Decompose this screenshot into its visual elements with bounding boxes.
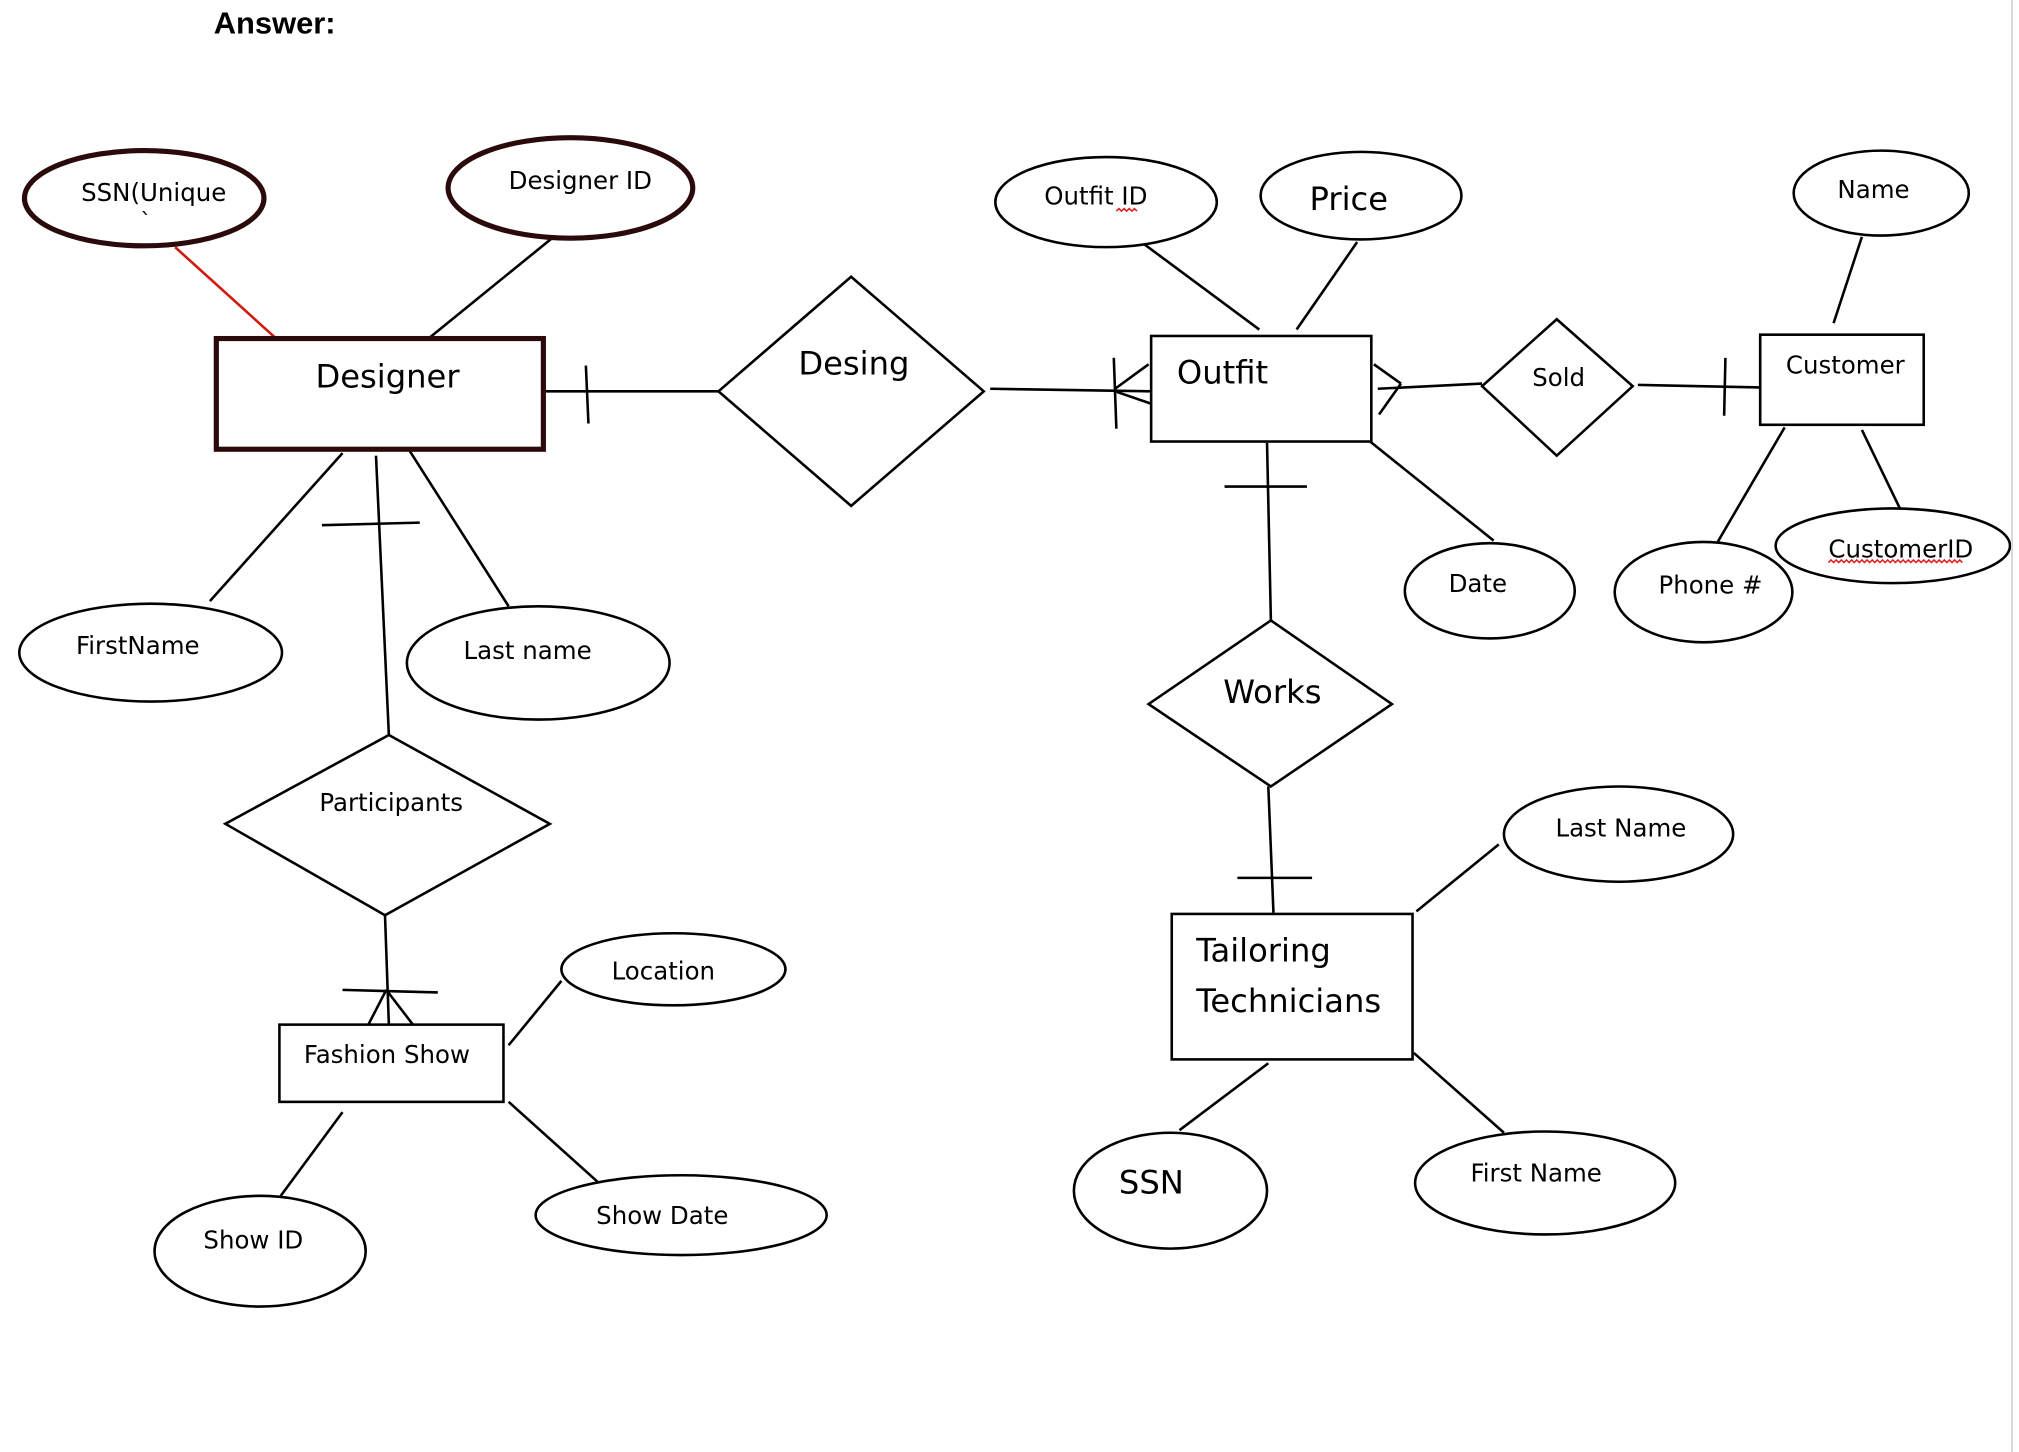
attribute-customer-id[interactable]: CustomerID bbox=[1774, 507, 2012, 585]
relationship-participants-label: Participants bbox=[319, 788, 463, 817]
edge-designer-participants bbox=[374, 455, 391, 736]
edge-tailoring-firstname bbox=[1412, 1051, 1505, 1134]
edge-designer-lastname bbox=[408, 449, 510, 607]
attribute-name-label: Name bbox=[1837, 175, 1909, 204]
attribute-date[interactable]: Date bbox=[1403, 541, 1577, 640]
edge-fashionshow-showdate bbox=[507, 1100, 599, 1183]
relationship-desing-label: Desing bbox=[798, 345, 909, 383]
edge-customer-phone bbox=[1716, 426, 1786, 543]
attribute-phone[interactable]: Phone # bbox=[1613, 540, 1794, 644]
edge-designerid-designer bbox=[429, 235, 555, 339]
attribute-price-label: Price bbox=[1310, 180, 1388, 218]
edge-price-outfit bbox=[1295, 241, 1359, 331]
relationship-sold[interactable]: Sold bbox=[1480, 317, 1635, 458]
relationship-works-label: Works bbox=[1223, 673, 1321, 711]
attribute-ssn-tech[interactable]: SSN bbox=[1072, 1131, 1269, 1250]
attribute-customer-id-label: CustomerID bbox=[1828, 534, 1973, 563]
attribute-price[interactable]: Price bbox=[1259, 150, 1463, 241]
attribute-outfit-id[interactable]: Outfit ID bbox=[994, 155, 1219, 249]
edge-outfitid-outfit bbox=[1143, 243, 1261, 331]
attribute-designer-id[interactable]: Designer ID bbox=[445, 135, 696, 241]
relationship-works[interactable]: Works bbox=[1146, 618, 1395, 789]
attribute-designer-id-label: Designer ID bbox=[509, 166, 652, 195]
attribute-date-label: Date bbox=[1449, 569, 1507, 598]
edge-designer-firstname bbox=[208, 452, 344, 602]
edge-customer-customerid bbox=[1860, 429, 1902, 511]
answer-heading: Answer: bbox=[214, 5, 336, 40]
crowfoot-up-outfit-sold bbox=[1373, 363, 1402, 385]
edge-fashionshow-location bbox=[507, 980, 563, 1047]
er-diagram-canvas: Answer: SSN(Unique ` Designer ID FirstNa… bbox=[18, 5, 2012, 1308]
entity-fashion-show-label: Fashion Show bbox=[304, 1040, 470, 1069]
attribute-location-label: Location bbox=[612, 957, 715, 986]
one-mark-customer-sold bbox=[1722, 357, 1727, 416]
page-edge-divider bbox=[2011, 0, 2013, 1452]
entity-outfit-label: Outfit bbox=[1177, 354, 1268, 392]
edge-participants-fashionshow bbox=[383, 915, 391, 1025]
entity-fashion-show[interactable]: Fashion Show bbox=[278, 1023, 505, 1104]
edge-ssn-designer bbox=[174, 246, 285, 346]
relationship-desing[interactable]: Desing bbox=[716, 275, 986, 508]
attribute-show-date[interactable]: Show Date bbox=[534, 1173, 828, 1257]
edge-tailoring-ssn bbox=[1178, 1062, 1270, 1132]
edge-desing-outfit bbox=[990, 387, 1152, 393]
entity-tailoring-label-line1: Tailoring bbox=[1195, 932, 1331, 970]
edge-works-tailoring bbox=[1267, 786, 1275, 913]
attribute-ssn-unique-mark: ` bbox=[140, 210, 151, 235]
attribute-ssn-tech-label: SSN bbox=[1119, 1163, 1184, 1201]
edge-tailoring-lastname bbox=[1415, 843, 1500, 913]
attribute-phone-label: Phone # bbox=[1658, 570, 1762, 599]
edge-sold-customer bbox=[1637, 383, 1761, 389]
attribute-location[interactable]: Location bbox=[560, 931, 787, 1007]
attribute-show-date-label: Show Date bbox=[596, 1201, 728, 1230]
attribute-ssn-unique[interactable]: SSN(Unique ` bbox=[21, 148, 267, 249]
relationship-sold-label: Sold bbox=[1532, 363, 1585, 392]
attribute-name[interactable]: Name bbox=[1792, 149, 1971, 237]
edge-name-customer bbox=[1832, 236, 1864, 324]
crowfoot-right-fashionshow bbox=[385, 989, 417, 1030]
attribute-firstname-tech[interactable]: First Name bbox=[1413, 1130, 1677, 1236]
entity-tailoring-technicians[interactable]: Tailoring Technicians bbox=[1170, 912, 1414, 1061]
crowfoot-up-outfit-desing bbox=[1114, 363, 1150, 390]
entity-customer-label: Customer bbox=[1786, 350, 1906, 379]
attribute-show-id-label: Show ID bbox=[203, 1226, 303, 1255]
one-mark-fashionshow bbox=[342, 988, 438, 994]
attribute-lastname-tech-label: Last Name bbox=[1555, 814, 1686, 843]
entity-outfit[interactable]: Outfit bbox=[1149, 334, 1373, 443]
entity-customer[interactable]: Customer bbox=[1758, 333, 1926, 427]
attribute-firstname-designer-label: FirstName bbox=[76, 631, 200, 660]
edge-outfit-works bbox=[1265, 442, 1273, 621]
attribute-show-id[interactable]: Show ID bbox=[153, 1194, 367, 1308]
attribute-outfit-id-label: Outfit ID bbox=[1044, 182, 1147, 211]
attribute-firstname-tech-label: First Name bbox=[1470, 1159, 1601, 1188]
edge-outfit-sold bbox=[1377, 382, 1483, 391]
entity-designer-label: Designer bbox=[315, 357, 460, 395]
one-mark-designer-participants bbox=[321, 521, 420, 527]
entity-designer[interactable]: Designer bbox=[213, 335, 546, 452]
edge-outfit-date bbox=[1369, 440, 1495, 542]
attribute-firstname-designer[interactable]: FirstName bbox=[18, 602, 284, 703]
attribute-lastname-designer[interactable]: Last name bbox=[405, 604, 671, 721]
attribute-lastname-designer-label: Last name bbox=[464, 636, 592, 665]
one-mark-outfit-desing bbox=[1112, 357, 1118, 429]
attribute-lastname-tech[interactable]: Last Name bbox=[1502, 785, 1735, 884]
attribute-ssn-unique-label: SSN(Unique bbox=[81, 178, 226, 207]
one-mark-designer-desing bbox=[584, 365, 590, 424]
entity-tailoring-label-line2: Technicians bbox=[1195, 982, 1381, 1020]
edge-fashionshow-showid bbox=[279, 1111, 344, 1197]
relationship-participants[interactable]: Participants bbox=[222, 733, 553, 917]
